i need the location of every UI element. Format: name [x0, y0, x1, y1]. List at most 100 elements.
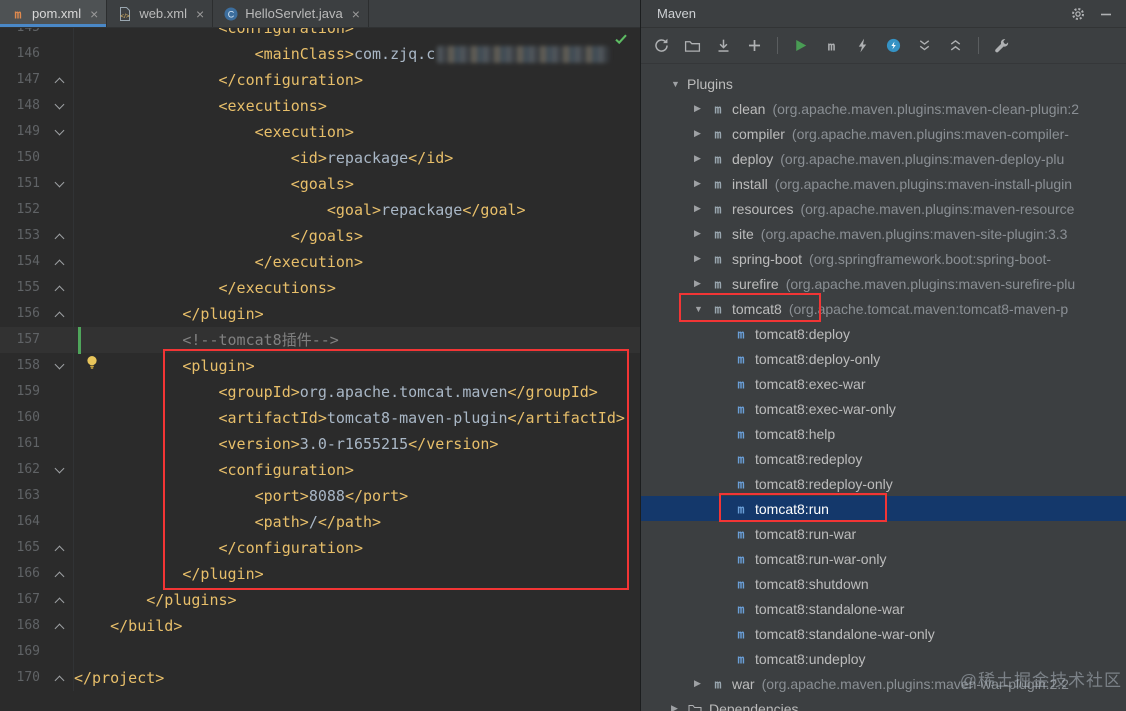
fold-start-icon[interactable]: [55, 464, 65, 474]
code-text[interactable]: <path>/</path>: [74, 509, 381, 535]
code-text[interactable]: </executions>: [74, 275, 336, 301]
code-text[interactable]: <port>8088</port>: [74, 483, 408, 509]
collapse-all-button[interactable]: [947, 37, 964, 54]
tree-collapsed-icon[interactable]: ▶: [669, 703, 687, 711]
fold-gutter[interactable]: [48, 67, 74, 93]
fold-gutter[interactable]: [48, 93, 74, 119]
expand-all-button[interactable]: [916, 37, 933, 54]
maven-node-install[interactable]: ▶minstall(org.apache.maven.plugins:maven…: [641, 171, 1126, 196]
code-text[interactable]: </configuration>: [74, 535, 363, 561]
maven-node-spring-boot[interactable]: ▶mspring-boot(org.springframework.boot:s…: [641, 246, 1126, 271]
code-text[interactable]: <configuration>: [74, 28, 354, 41]
maven-node-tomcat8-run-war[interactable]: mtomcat8:run-war: [641, 521, 1126, 546]
maven-settings-button[interactable]: [993, 37, 1010, 54]
maven-node-tomcat8-exec-war-only[interactable]: mtomcat8:exec-war-only: [641, 396, 1126, 421]
run-build-button[interactable]: [792, 37, 809, 54]
execute-goal-button[interactable]: m: [823, 37, 840, 54]
fold-gutter[interactable]: [48, 535, 74, 561]
fold-end-icon[interactable]: [55, 260, 65, 270]
tree-expanded-icon[interactable]: ▼: [692, 304, 710, 314]
code-text[interactable]: </plugin>: [74, 561, 264, 587]
tree-collapsed-icon[interactable]: ▶: [692, 103, 710, 114]
maven-node-tomcat8-redeploy-only[interactable]: mtomcat8:redeploy-only: [641, 471, 1126, 496]
code-text[interactable]: <mainClass>com.zjq.c: [74, 41, 611, 67]
fold-end-icon[interactable]: [55, 78, 65, 88]
maven-node-Dependencies[interactable]: ▶Dependencies: [641, 696, 1126, 711]
code-text[interactable]: <artifactId>tomcat8-maven-plugin</artifa…: [74, 405, 625, 431]
fold-start-icon[interactable]: [55, 126, 65, 136]
code-text[interactable]: <plugin>: [74, 353, 255, 379]
tree-expanded-icon[interactable]: ▼: [669, 79, 687, 89]
maven-node-tomcat8[interactable]: ▼mtomcat8(org.apache.tomcat.maven:tomcat…: [641, 296, 1126, 321]
tree-collapsed-icon[interactable]: ▶: [692, 153, 710, 164]
code-text[interactable]: <execution>: [74, 119, 354, 145]
tree-collapsed-icon[interactable]: ▶: [692, 128, 710, 139]
tab-close-icon[interactable]: ×: [90, 7, 98, 21]
fold-end-icon[interactable]: [55, 286, 65, 296]
editor-tab-web-xml[interactable]: </>web.xml×: [107, 0, 213, 27]
code-text[interactable]: </execution>: [74, 249, 363, 275]
code-text[interactable]: </project>: [74, 665, 164, 691]
code-text[interactable]: </build>: [74, 613, 182, 639]
tree-collapsed-icon[interactable]: ▶: [692, 278, 710, 289]
skip-tests-button[interactable]: [885, 37, 902, 54]
fold-end-icon[interactable]: [55, 624, 65, 634]
fold-end-icon[interactable]: [55, 312, 65, 322]
editor-tab-HelloServlet-java[interactable]: CHelloServlet.java×: [213, 0, 369, 27]
editor[interactable]: 145 <configuration>146 <mainClass>com.zj…: [0, 28, 640, 711]
editor-tab-pom-xml[interactable]: mpom.xml×: [0, 0, 107, 27]
fold-end-icon[interactable]: [55, 676, 65, 686]
fold-start-icon[interactable]: [55, 178, 65, 188]
inspections-ok-icon[interactable]: [613, 31, 629, 47]
maven-node-tomcat8-shutdown[interactable]: mtomcat8:shutdown: [641, 571, 1126, 596]
code-text[interactable]: <version>3.0-r1655215</version>: [74, 431, 498, 457]
tab-close-icon[interactable]: ×: [196, 7, 204, 21]
code-text[interactable]: </plugins>: [74, 587, 237, 613]
reimport-button[interactable]: [653, 37, 670, 54]
tree-collapsed-icon[interactable]: ▶: [692, 253, 710, 264]
code-text[interactable]: <configuration>: [74, 457, 354, 483]
fold-end-icon[interactable]: [55, 546, 65, 556]
download-sources-button[interactable]: [715, 37, 732, 54]
code-text[interactable]: </configuration>: [74, 67, 363, 93]
maven-node-resources[interactable]: ▶mresources(org.apache.maven.plugins:mav…: [641, 196, 1126, 221]
fold-gutter[interactable]: [48, 587, 74, 613]
code-text[interactable]: <executions>: [74, 93, 327, 119]
maven-node-clean[interactable]: ▶mclean(org.apache.maven.plugins:maven-c…: [641, 96, 1126, 121]
code-text[interactable]: </goals>: [74, 223, 363, 249]
maven-node-Plugins[interactable]: ▼Plugins: [641, 71, 1126, 96]
intention-bulb-icon[interactable]: [84, 354, 100, 370]
maven-node-tomcat8-standalone-war[interactable]: mtomcat8:standalone-war: [641, 596, 1126, 621]
maven-node-tomcat8-run[interactable]: mtomcat8:run: [641, 496, 1126, 521]
code-text[interactable]: <goals>: [74, 171, 354, 197]
maven-node-tomcat8-deploy-only[interactable]: mtomcat8:deploy-only: [641, 346, 1126, 371]
maven-node-site[interactable]: ▶msite(org.apache.maven.plugins:maven-si…: [641, 221, 1126, 246]
fold-end-icon[interactable]: [55, 572, 65, 582]
code-text[interactable]: <id>repackage</id>: [74, 145, 453, 171]
fold-gutter[interactable]: [48, 665, 74, 691]
tree-collapsed-icon[interactable]: ▶: [692, 678, 710, 689]
settings-gear-icon[interactable]: [1070, 6, 1086, 22]
maven-node-surefire[interactable]: ▶msurefire(org.apache.maven.plugins:mave…: [641, 271, 1126, 296]
code-text[interactable]: <groupId>org.apache.tomcat.maven</groupI…: [74, 379, 598, 405]
code-text[interactable]: </plugin>: [74, 301, 264, 327]
maven-node-tomcat8-deploy[interactable]: mtomcat8:deploy: [641, 321, 1126, 346]
fold-gutter[interactable]: [48, 249, 74, 275]
fold-gutter[interactable]: [48, 301, 74, 327]
add-maven-project-button[interactable]: [746, 37, 763, 54]
fold-gutter[interactable]: [48, 119, 74, 145]
maven-node-tomcat8-exec-war[interactable]: mtomcat8:exec-war: [641, 371, 1126, 396]
tree-collapsed-icon[interactable]: ▶: [692, 203, 710, 214]
maven-node-tomcat8-run-war-only[interactable]: mtomcat8:run-war-only: [641, 546, 1126, 571]
fold-gutter[interactable]: [48, 275, 74, 301]
fold-gutter[interactable]: [48, 171, 74, 197]
fold-start-icon[interactable]: [55, 100, 65, 110]
fold-end-icon[interactable]: [55, 234, 65, 244]
code-text[interactable]: <goal>repackage</goal>: [74, 197, 526, 223]
tree-collapsed-icon[interactable]: ▶: [692, 178, 710, 189]
fold-gutter[interactable]: [48, 457, 74, 483]
fold-gutter[interactable]: [48, 561, 74, 587]
tree-collapsed-icon[interactable]: ▶: [692, 228, 710, 239]
fold-start-icon[interactable]: [55, 360, 65, 370]
maven-node-tomcat8-redeploy[interactable]: mtomcat8:redeploy: [641, 446, 1126, 471]
